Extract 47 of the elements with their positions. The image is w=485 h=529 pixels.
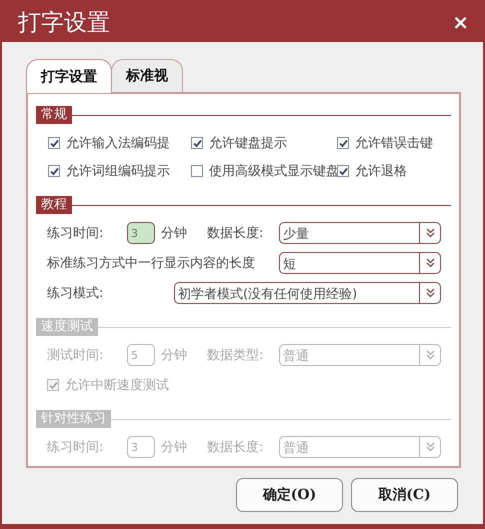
checkbox[interactable] [48,165,60,177]
field-label: 练习模式: [47,285,104,302]
chevron-down-icon [426,442,434,452]
field-label: 标准练习方式中一行显示内容的长度 [47,255,256,272]
dropdown-value: 初学者模式(没有任何使用经验) [177,286,358,303]
dialog-button[interactable]: 确定(O) [236,478,343,512]
field-label: 练习时间: [47,439,104,456]
tab[interactable]: 打字设置 [26,59,112,93]
dropdown-value: 普通 [282,440,310,457]
dropdown-value: 短 [282,256,297,273]
section-header: 常规 [36,106,72,124]
unit-label: 分钟 [161,225,188,242]
checkbox-label: 允许中断速度测试 [65,377,169,394]
checkbox-label: 允许错误击键 [355,135,433,152]
checkbox-label: 允许词组编码提示 [66,163,170,180]
chevron-down-icon [426,258,434,268]
checkbox[interactable] [337,137,349,149]
dropdown[interactable]: 短 [279,252,441,274]
section-header: 教程 [36,196,72,214]
checkbox[interactable] [191,137,203,149]
dropdown-value: 少量 [282,226,310,243]
chevron-down-icon [426,228,434,238]
field-label: 测试时间: [47,347,104,364]
checkbox-label: 允许输入法编码提 [66,135,170,152]
dropdown[interactable]: 少量 [279,222,441,244]
checkbox[interactable] [48,137,60,149]
tab[interactable]: 标准视 [111,59,183,92]
close-button[interactable]: × [452,10,469,34]
chevron-down-icon [426,288,434,298]
checkbox[interactable] [191,165,203,177]
dropdown[interactable]: 初学者模式(没有任何使用经验) [174,282,441,304]
field-label: 数据类型: [207,347,264,364]
field-label: 练习时间: [47,225,104,242]
window-title: 打字设置 [18,8,110,38]
checkbox-label: 允许键盘提示 [209,135,287,152]
chevron-down-icon [426,350,434,360]
section-header: 针对性练习 [36,410,111,428]
dialog-button[interactable]: 取消(C) [351,478,458,512]
checkbox-label: 允许退格 [355,163,407,180]
checkbox-label: 使用高级模式显示键盘 [209,163,339,180]
field-label: 数据长度: [207,439,264,456]
section-header: 速度测试 [36,318,98,336]
checkbox[interactable] [337,165,349,177]
unit-label: 分钟 [161,347,188,364]
dropdown-value: 普通 [282,348,310,365]
field-label: 数据长度: [207,225,264,242]
unit-label: 分钟 [161,439,188,456]
